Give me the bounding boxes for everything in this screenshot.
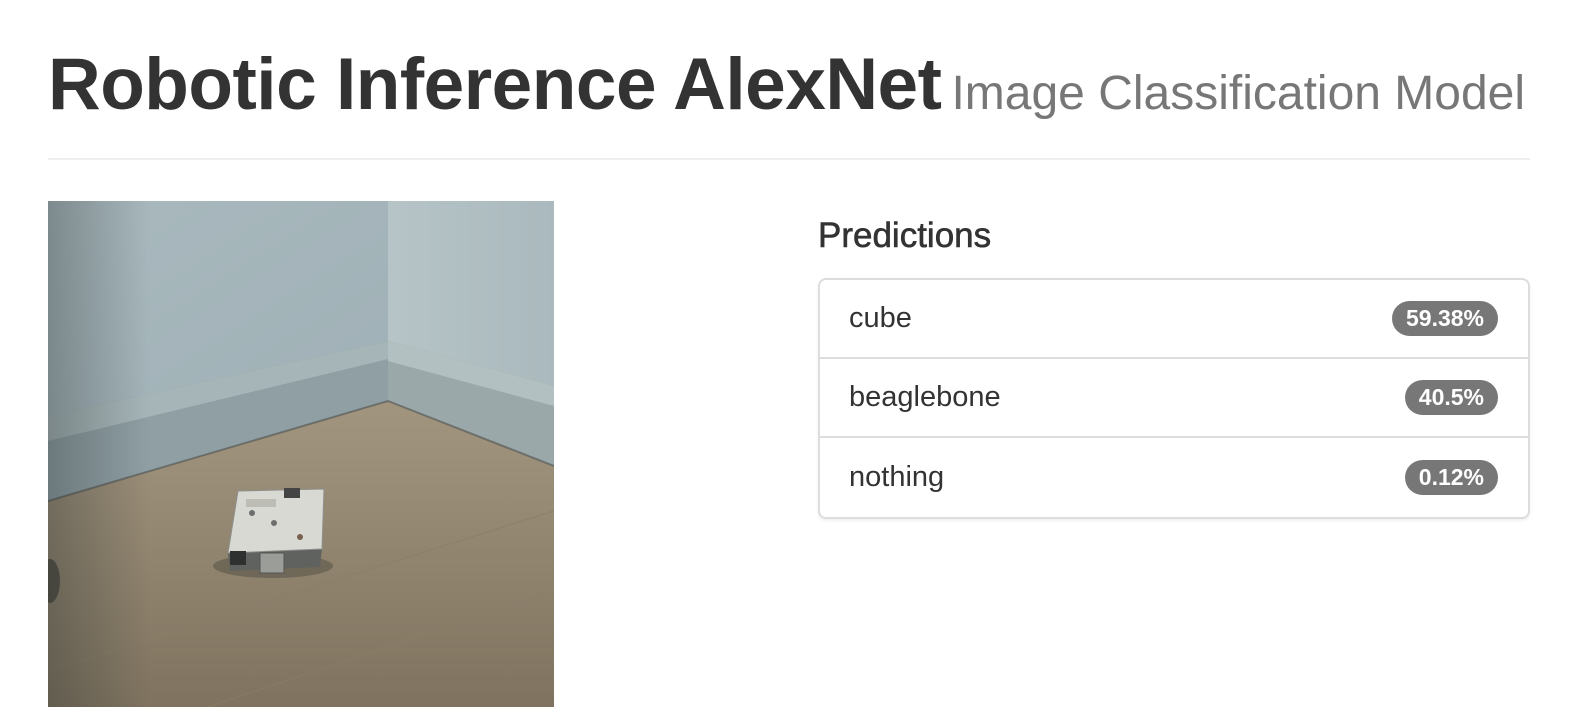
camera-image xyxy=(48,201,554,707)
confidence-badge: 40.5% xyxy=(1404,379,1498,415)
prediction-label: cube xyxy=(849,301,912,334)
predictions-panel: Predictions cube 59.38% beaglebone 40.5%… xyxy=(818,214,1530,519)
list-item: cube 59.38% xyxy=(820,280,1528,359)
predictions-heading: Predictions xyxy=(818,216,992,256)
camera-image-photo xyxy=(48,201,554,707)
confidence-badge: 0.12% xyxy=(1404,459,1498,495)
list-item: nothing 0.12% xyxy=(820,438,1528,517)
confidence-badge: 59.38% xyxy=(1391,300,1498,336)
predictions-list: cube 59.38% beaglebone 40.5% nothing 0.1… xyxy=(818,277,1530,519)
prediction-label: nothing xyxy=(849,460,945,493)
prediction-label: beaglebone xyxy=(849,380,1001,413)
page-title-text: Robotic Inference AlexNet xyxy=(48,44,942,125)
page-header: Robotic Inference AlexNet Image Classific… xyxy=(48,30,1530,160)
page-title: Robotic Inference AlexNet Image Classific… xyxy=(48,48,1525,121)
page-subtitle: Image Classification Model xyxy=(951,67,1526,120)
list-item: beaglebone 40.5% xyxy=(820,359,1528,438)
